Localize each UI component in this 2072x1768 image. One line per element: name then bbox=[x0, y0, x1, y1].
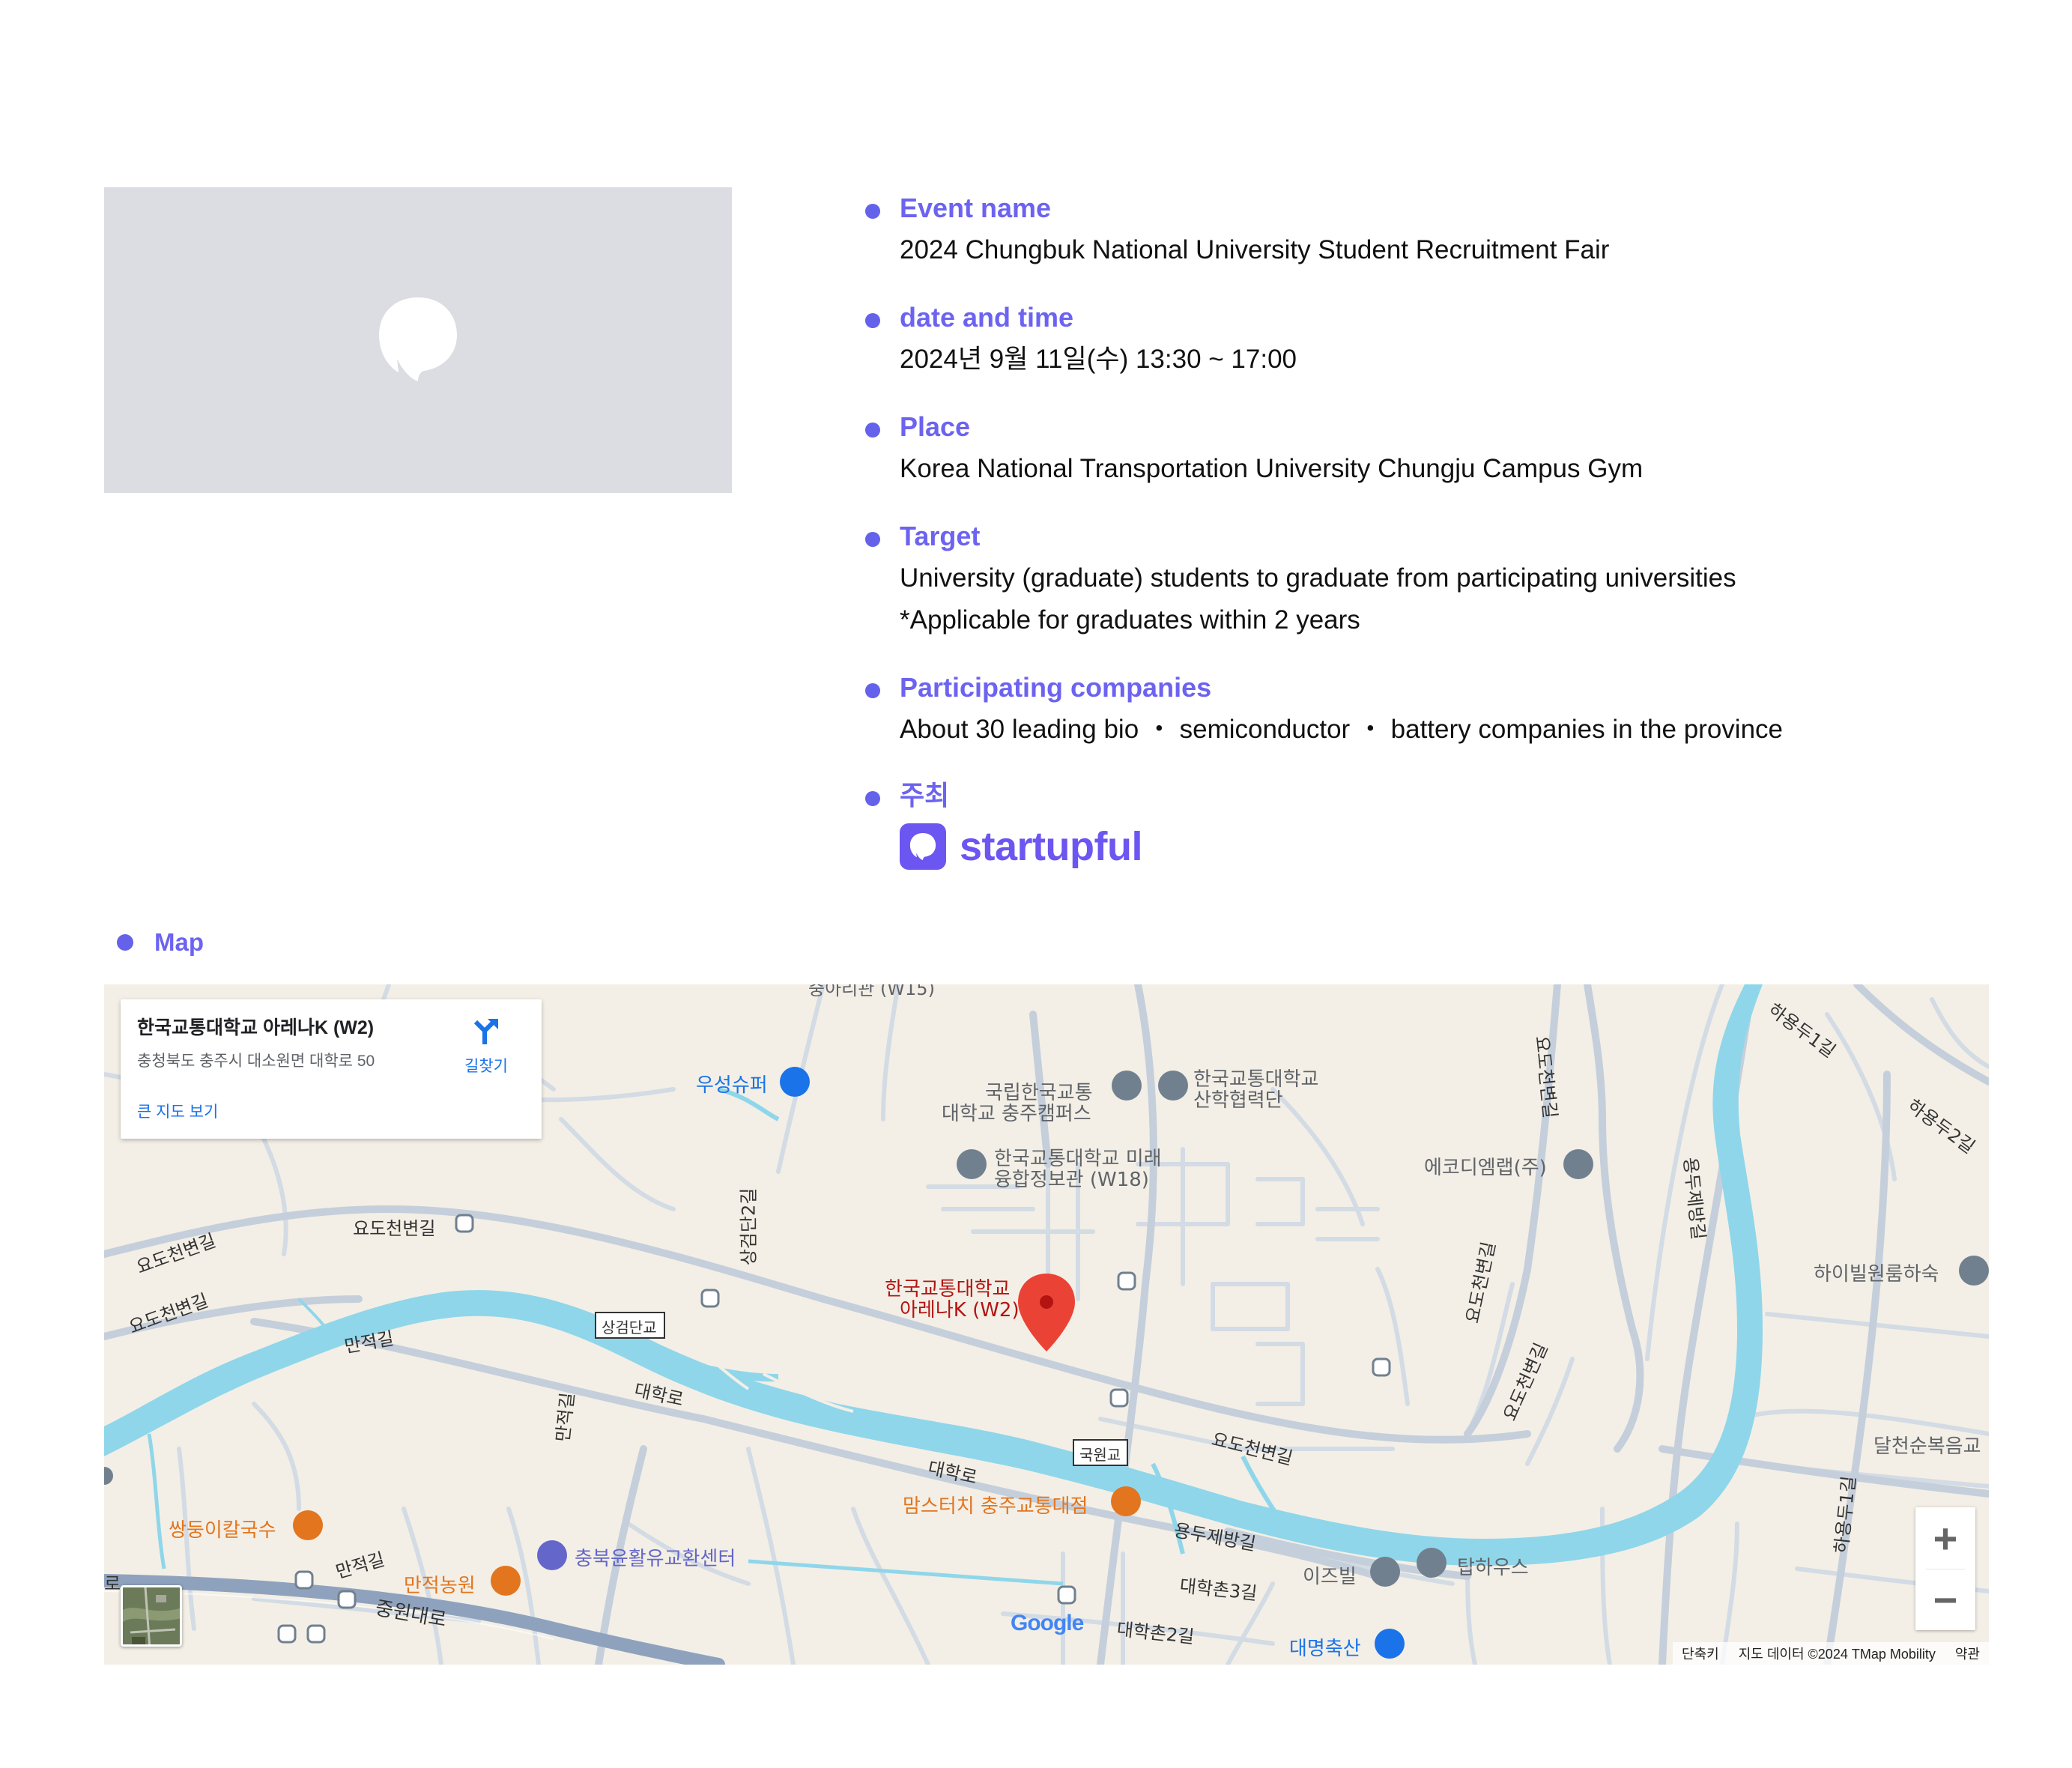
placeholder-logo-icon bbox=[379, 297, 457, 381]
startupful-logo-icon bbox=[900, 823, 946, 870]
info-label: 주최 bbox=[865, 775, 1142, 817]
info-host: 주최 startupful bbox=[865, 775, 1143, 877]
zoom-in-button[interactable]: + bbox=[1915, 1507, 1975, 1569]
info-value: About 30 leading bio ・ semiconductor ・ b… bbox=[900, 715, 1783, 744]
startupful-logo: startupful bbox=[865, 817, 1143, 877]
info-value: 2024 Chungbuk National University Studen… bbox=[900, 235, 1610, 264]
larger-map-link[interactable]: 큰 지도 보기 bbox=[137, 1100, 218, 1122]
place-address: 충청북도 충주시 대소원면 대학로 50 bbox=[137, 1053, 375, 1070]
info-target: Target University (graduate) students to… bbox=[865, 515, 1736, 641]
keyboard-shortcuts-link[interactable]: 단축키 bbox=[1682, 1644, 1719, 1663]
info-companies: Participating companies About 30 leading… bbox=[865, 667, 1783, 751]
info-label: Target bbox=[865, 515, 1736, 557]
place-info-card: 한국교통대학교 아레나K (W2) 충청북도 충주시 대소원면 대학로 50 큰… bbox=[121, 999, 542, 1139]
google-wordmark: Google bbox=[1011, 1611, 1084, 1635]
directions-icon bbox=[473, 1019, 498, 1044]
satellite-toggle[interactable] bbox=[121, 1585, 182, 1647]
zoom-controls: + − bbox=[1915, 1507, 1975, 1630]
event-thumbnail bbox=[104, 187, 732, 493]
info-label: Participating companies bbox=[865, 667, 1783, 709]
directions-button[interactable]: 길찾기 bbox=[450, 1014, 522, 1077]
info-label: Event name bbox=[865, 187, 1609, 229]
info-date-time: date and time 2024년 9월 11일(수) 13:30 ~ 17… bbox=[865, 297, 1297, 381]
info-label: Place bbox=[865, 406, 1643, 448]
zoom-out-button[interactable]: − bbox=[1915, 1569, 1975, 1630]
google-logo: Google bbox=[1011, 1611, 1084, 1636]
info-event-name: Event name 2024 Chungbuk National Univer… bbox=[865, 187, 1609, 271]
startupful-wordmark: startupful bbox=[960, 824, 1143, 869]
map-section-label: Map bbox=[117, 920, 204, 965]
map-data-credit: 지도 데이터 ©2024 TMap Mobility bbox=[1738, 1647, 1936, 1662]
satellite-preview-icon bbox=[123, 1587, 180, 1644]
info-value: *Applicable for graduates within 2 years bbox=[900, 605, 1360, 635]
directions-label: 길찾기 bbox=[464, 1058, 508, 1075]
terms-link[interactable]: 약관 bbox=[1955, 1644, 1980, 1663]
info-label: date and time bbox=[865, 297, 1297, 339]
place-title: 한국교통대학교 아레나K (W2) bbox=[137, 1017, 375, 1038]
map-attribution: 단축키 지도 데이터 ©2024 TMap Mobility 약관 bbox=[1673, 1642, 1989, 1665]
info-place: Place Korea National Transportation Univ… bbox=[865, 406, 1643, 490]
info-value: Korea National Transportation University… bbox=[900, 454, 1644, 483]
info-value: 2024년 9월 11일(수) 13:30 ~ 17:00 bbox=[900, 345, 1297, 374]
embedded-map[interactable]: 중아리관 (W15) 우성슈퍼 국립한국교통 대학교 충주캠퍼스 한국교통대학교… bbox=[104, 984, 1989, 1665]
info-value: University (graduate) students to gradua… bbox=[900, 563, 1736, 593]
